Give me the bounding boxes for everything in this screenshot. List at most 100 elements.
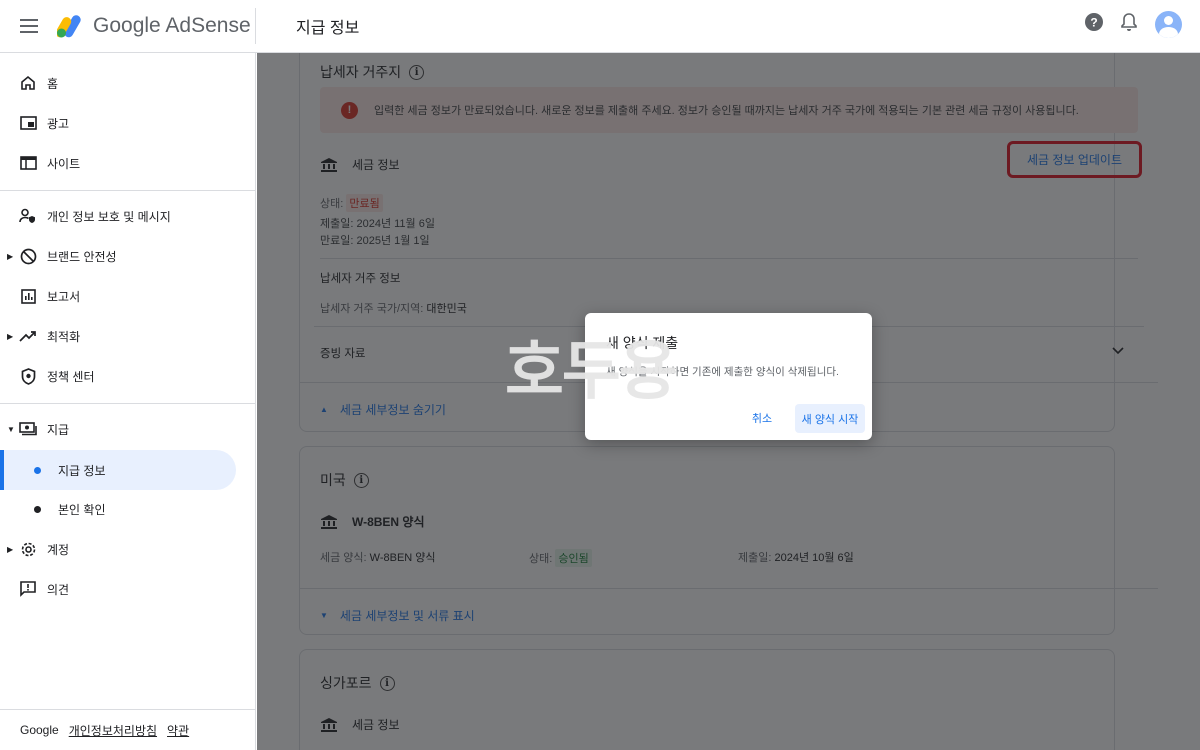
tax-info-label: 세금 정보	[352, 158, 400, 172]
expired-alert-banner: ! 입력한 세금 정보가 만료되었습니다. 새로운 정보를 제출해 주세요. 정…	[320, 87, 1138, 133]
form-title: W-8BEN 양식	[352, 515, 425, 529]
watermark-text: 호두용	[505, 335, 678, 409]
info-icon[interactable]: i	[409, 64, 425, 80]
sidebar-item-feedback[interactable]: 의견	[0, 569, 256, 609]
sites-icon	[19, 154, 37, 172]
singapore-tax-card: 싱가포르 i 세금 정보	[299, 649, 1115, 750]
app-name: Google AdSense	[93, 14, 251, 37]
sidebar-item-brand-safety[interactable]: ▶ 브랜드 안전성	[0, 236, 256, 276]
hamburger-menu-icon[interactable]	[0, 0, 57, 53]
bank-icon	[321, 717, 337, 732]
sidebar-item-identity-verification[interactable]: 본인 확인	[0, 489, 256, 529]
adsense-logo[interactable]: Google AdSense	[57, 8, 256, 44]
form-value: W-8BEN 양식	[369, 552, 436, 564]
expiry-date: 만료일: 2025년 1월 1일	[320, 235, 430, 247]
sidebar-item-policy-center[interactable]: 정책 센터	[0, 356, 256, 396]
residence-info-title: 납세자 거주 정보	[320, 273, 401, 285]
reports-icon	[19, 287, 37, 305]
residence-value: 대한민국	[426, 303, 467, 315]
bank-icon	[321, 514, 337, 529]
footer-brand: Google	[20, 723, 59, 737]
evidence-label: 증빙 자료	[320, 348, 366, 360]
privacy-person-icon	[19, 207, 37, 225]
status-label: 상태:	[320, 198, 344, 210]
chevron-down-icon[interactable]	[1112, 347, 1124, 355]
tax-form-line: 세금 양식: W-8BEN 양식	[320, 549, 436, 565]
sidebar-item-label: 개인 정보 보호 및 메시지	[47, 209, 171, 224]
us-tax-card: 미국 i W-8BEN 양식 세금 양식: W-8BEN 양식 상태: 승인됨 …	[299, 446, 1158, 635]
notifications-bell-icon[interactable]	[1121, 13, 1137, 36]
sidebar-item-label: 본인 확인	[58, 502, 106, 517]
page-title: 지급 정보	[296, 20, 360, 37]
expand-arrow-icon[interactable]: ▶	[7, 252, 13, 261]
expand-arrow-icon[interactable]: ▶	[7, 545, 13, 554]
start-new-form-button[interactable]: 새 양식 시작	[795, 404, 865, 433]
sidebar-item-home[interactable]: 홈	[0, 63, 256, 103]
expand-arrow-icon[interactable]: ▶	[7, 332, 13, 341]
us-status-line: 상태: 승인됨	[529, 549, 592, 567]
sidebar-item-payments[interactable]: ▼ 지급	[0, 409, 256, 449]
sidebar-item-label: 보고서	[47, 289, 81, 304]
dot-icon	[34, 505, 41, 513]
sidebar-item-reports[interactable]: 보고서	[0, 276, 256, 316]
block-icon	[19, 247, 37, 265]
sidebar-item-account[interactable]: ▶ 계정	[0, 529, 256, 569]
sidebar-item-label: 계정	[47, 542, 70, 557]
info-icon[interactable]: i	[379, 675, 395, 691]
divider	[300, 588, 1158, 589]
submitted-value: 2024년 10월 6일	[774, 552, 854, 564]
bank-icon	[321, 157, 337, 172]
sidebar-item-ads[interactable]: 광고	[0, 103, 256, 143]
residence-label: 납세자 거주 국가/지역:	[320, 303, 424, 315]
collapse-arrow-icon[interactable]: ▼	[7, 425, 15, 434]
hide-tax-details-link[interactable]: ▲ 세금 세부정보 숨기기	[320, 401, 446, 418]
update-tax-info-label: 세금 정보 업데이트	[1027, 153, 1122, 167]
active-dot-icon	[34, 466, 41, 474]
sidebar-item-sites[interactable]: 사이트	[0, 143, 256, 183]
payments-icon	[19, 420, 37, 438]
sidebar-divider	[0, 190, 256, 191]
update-tax-info-button[interactable]: 세금 정보 업데이트	[1007, 141, 1142, 178]
tax-info-row: 세금 정보	[320, 156, 400, 173]
shield-icon	[19, 367, 37, 385]
sidebar-item-label: 광고	[47, 116, 70, 131]
terms-link[interactable]: 약관	[167, 722, 189, 739]
form-label: 세금 양식:	[320, 552, 367, 564]
feedback-icon	[19, 580, 37, 598]
sidebar-item-payment-info[interactable]: 지급 정보	[0, 450, 256, 490]
caret-up-icon: ▲	[320, 405, 328, 414]
privacy-policy-link[interactable]: 개인정보처리방침	[69, 722, 157, 739]
caret-down-icon: ▼	[320, 611, 328, 620]
alert-message: 입력한 세금 정보가 만료되었습니다. 새로운 정보를 제출해 주세요. 정보가…	[374, 105, 1079, 117]
home-icon	[19, 74, 37, 92]
account-avatar[interactable]	[1155, 11, 1182, 38]
evidence-row[interactable]: 증빙 자료	[320, 345, 366, 361]
tax-info-label: 세금 정보	[352, 718, 400, 732]
sidebar-item-label: 홈	[47, 76, 59, 91]
sidebar-item-label: 지급 정보	[58, 463, 106, 478]
show-details-label: 세금 세부정보 및 서류 표시	[339, 609, 475, 623]
ads-icon	[19, 114, 37, 132]
sidebar-item-label: 의견	[47, 582, 70, 597]
sidebar-item-label: 사이트	[47, 156, 81, 171]
us-heading: 미국 i	[320, 470, 369, 490]
divider	[320, 258, 1138, 259]
status-badge-expired: 만료됨	[346, 194, 383, 212]
sidebar-item-privacy-messaging[interactable]: 개인 정보 보호 및 메시지	[0, 196, 256, 236]
sidebar-item-label: 정책 센터	[47, 369, 95, 384]
section-title: 미국	[320, 472, 346, 488]
w8ben-row: W-8BEN 양식	[320, 513, 425, 530]
help-icon[interactable]: ?	[1085, 13, 1103, 36]
status-badge-approved: 승인됨	[555, 549, 592, 567]
sidebar: 홈 광고 사이트 개인 정보 보호 및 메시지 ▶ 브랜드 안전성 보고서 ▶ …	[0, 53, 256, 750]
sidebar-item-optimization[interactable]: ▶ 최적화	[0, 316, 256, 356]
cancel-button[interactable]: 취소	[742, 404, 782, 432]
trending-up-icon	[19, 327, 37, 345]
info-icon[interactable]: i	[353, 472, 369, 488]
status-line: 상태: 만료됨	[320, 194, 383, 212]
tax-residence-heading: 납세자 거주지 i	[320, 62, 425, 82]
adsense-logo-icon	[57, 15, 81, 38]
show-tax-details-link[interactable]: ▼ 세금 세부정보 및 서류 표시	[320, 607, 475, 624]
sidebar-divider	[0, 403, 256, 404]
sidebar-item-label: 브랜드 안전성	[47, 249, 117, 264]
